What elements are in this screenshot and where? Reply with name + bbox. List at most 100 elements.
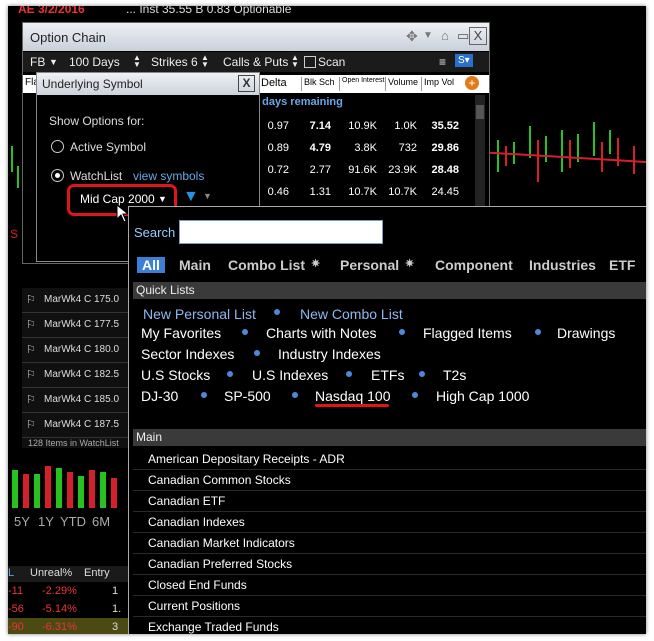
tab-1y[interactable]: 1Y bbox=[38, 514, 54, 529]
list-sector-indexes[interactable]: Sector Indexes bbox=[141, 346, 234, 362]
left-chart-edge: S bbox=[10, 146, 19, 241]
flag-icon[interactable]: ⚐ bbox=[26, 293, 36, 306]
underlying-symbol-title: Underlying Symbol bbox=[42, 77, 143, 91]
list-item[interactable]: Canadian Indexes bbox=[133, 512, 646, 533]
col-delta[interactable]: Delta bbox=[258, 77, 287, 91]
close-icon[interactable]: X bbox=[469, 27, 487, 45]
list-us-stocks[interactable]: U.S Stocks bbox=[141, 367, 210, 383]
list-charts-with-notes[interactable]: Charts with Notes bbox=[266, 325, 376, 341]
list-item[interactable]: Canadian Common Stocks bbox=[133, 470, 646, 491]
stepper-icon[interactable]: ▲ ▼ bbox=[291, 54, 299, 69]
option-chain-titlebar[interactable]: Option Chain ✥ ▼ ⌂ ▭ X bbox=[23, 23, 489, 51]
new-personal-list-link[interactable]: New Personal List bbox=[143, 306, 256, 322]
flag-icon[interactable]: ⚐ bbox=[26, 418, 36, 431]
minimize-icon[interactable]: ▭ bbox=[457, 28, 469, 44]
list-high-cap-1000[interactable]: High Cap 1000 bbox=[436, 388, 529, 404]
tab-combo-list[interactable]: Combo List bbox=[228, 257, 305, 273]
scan-checkbox[interactable] bbox=[304, 56, 316, 68]
list-us-indexes[interactable]: U.S Indexes bbox=[252, 367, 328, 383]
list-selector-panel: Search All Main Combo List ✷ Personal ✷ … bbox=[128, 206, 646, 634]
watchlist-label[interactable]: WatchList bbox=[70, 169, 122, 183]
svg-text:S: S bbox=[10, 227, 18, 241]
search-input[interactable] bbox=[179, 220, 383, 244]
col-volume[interactable]: Volume bbox=[385, 77, 418, 91]
list-item[interactable]: Canadian Preferred Stocks bbox=[133, 554, 646, 575]
stepper-icon[interactable]: ▲ ▼ bbox=[201, 54, 209, 69]
list-flagged-items[interactable]: Flagged Items bbox=[423, 325, 512, 341]
list-t2s[interactable]: T2s bbox=[443, 367, 466, 383]
watchlist-radio[interactable] bbox=[51, 169, 64, 182]
tab-6m[interactable]: 6M bbox=[92, 514, 110, 529]
bullet-icon bbox=[535, 329, 541, 335]
symbol-selector[interactable]: FB bbox=[30, 55, 45, 69]
list-item[interactable]: Canadian Market Indicators bbox=[133, 533, 646, 554]
active-symbol-radio[interactable] bbox=[51, 140, 64, 153]
new-combo-list-link[interactable]: New Combo List bbox=[300, 306, 403, 322]
list-my-favorites[interactable]: My Favorites bbox=[141, 325, 221, 341]
chevron-down-icon[interactable]: ▼ bbox=[203, 191, 212, 201]
close-icon[interactable]: X bbox=[238, 75, 255, 92]
list-item[interactable]: ⚐ MarWk4 C 185.0 bbox=[22, 388, 130, 413]
view-symbols-link[interactable]: view symbols bbox=[133, 169, 204, 183]
col-blk-sch[interactable]: Blk Sch bbox=[301, 77, 335, 91]
list-etfs[interactable]: ETFs bbox=[371, 367, 404, 383]
tab-personal[interactable]: Personal bbox=[340, 257, 399, 273]
menu-icon[interactable]: ≡ bbox=[439, 55, 446, 69]
list-sp-500[interactable]: SP-500 bbox=[224, 388, 271, 404]
list-item[interactable]: ⚐ MarWk4 C 175.0 bbox=[22, 288, 130, 313]
list-item[interactable]: Exchange Traded Funds bbox=[133, 617, 646, 634]
chart-info: ... Inst 35.55 B 0.83 Optionable bbox=[126, 6, 292, 16]
filter-icon[interactable]: ▼ bbox=[183, 188, 199, 206]
option-chain-toolbar: FB ▼ 100 Days ▲ ▼ Strikes 6 ▲ ▼ Calls & Pu… bbox=[23, 52, 489, 72]
list-drawings[interactable]: Drawings bbox=[557, 325, 615, 341]
list-industry-indexes[interactable]: Industry Indexes bbox=[278, 346, 381, 362]
table-row[interactable]: -11 -2.29% 1 bbox=[8, 582, 130, 600]
sync-icon[interactable]: S▾ bbox=[455, 54, 473, 67]
col-open-interest[interactable]: Open Interest bbox=[339, 77, 384, 91]
watchlist-table: ⚐ MarWk4 C 175.0 ⚐ MarWk4 C 177.5 ⚐ MarWk4 … bbox=[22, 288, 130, 448]
search-label: Search bbox=[134, 225, 176, 240]
tab-etf[interactable]: ETF bbox=[609, 257, 635, 273]
list-item[interactable]: ⚐ MarWk4 C 182.5 bbox=[22, 363, 130, 388]
list-item[interactable]: American Depositary Receipts - ADR bbox=[133, 449, 646, 470]
show-options-label: Show Options for: bbox=[49, 114, 145, 128]
chart-symbol: AE 3/2/2016 bbox=[18, 6, 85, 16]
flag-icon[interactable]: ⚐ bbox=[26, 343, 36, 356]
flag-icon[interactable]: ⚐ bbox=[26, 318, 36, 331]
bullet-icon bbox=[274, 309, 280, 315]
asterisk-icon: ✷ bbox=[311, 258, 321, 270]
days-selector[interactable]: 100 Days bbox=[69, 55, 120, 69]
list-item[interactable]: Canadian ETF bbox=[133, 491, 646, 512]
type-selector[interactable]: Calls & Puts bbox=[223, 55, 288, 69]
list-dj-30[interactable]: DJ-30 bbox=[141, 388, 178, 404]
bullet-icon bbox=[227, 371, 233, 377]
strikes-selector[interactable]: Strikes 6 bbox=[151, 55, 198, 69]
tag-icon[interactable]: ⌂ bbox=[441, 28, 449, 43]
table-header: L Unreal% Entry bbox=[8, 566, 130, 582]
tab-industries[interactable]: Industries bbox=[529, 257, 596, 273]
underlying-symbol-titlebar[interactable]: Underlying Symbol X bbox=[37, 73, 259, 95]
tab-component[interactable]: Component bbox=[435, 257, 513, 273]
tab-ytd[interactable]: YTD bbox=[60, 514, 86, 529]
tab-5y[interactable]: 5Y bbox=[14, 514, 30, 529]
flag-icon[interactable]: ⚐ bbox=[26, 368, 36, 381]
list-item[interactable]: ⚐ MarWk4 C 177.5 bbox=[22, 313, 130, 338]
add-column-icon[interactable]: + bbox=[465, 76, 479, 90]
flag-icon[interactable]: ⚐ bbox=[26, 393, 36, 406]
list-item[interactable]: ⚐ MarWk4 C 180.0 bbox=[22, 338, 130, 363]
list-item[interactable]: ⚐ MarWk4 C 187.5 bbox=[22, 413, 130, 438]
list-item[interactable]: Closed End Funds bbox=[133, 575, 646, 596]
tab-main[interactable]: Main bbox=[179, 257, 211, 273]
list-item[interactable]: Current Positions bbox=[133, 596, 646, 617]
move-icon[interactable]: ✥ bbox=[406, 28, 418, 45]
chevron-down-icon[interactable]: ▼ bbox=[49, 57, 58, 67]
active-symbol-label[interactable]: Active Symbol bbox=[70, 140, 146, 154]
tab-all[interactable]: All bbox=[137, 257, 165, 273]
stepper-icon[interactable]: ▲ ▼ bbox=[133, 54, 141, 69]
dropdown-arrow-icon[interactable]: ▼ bbox=[423, 30, 433, 41]
list-nasdaq-100[interactable]: Nasdaq 100 bbox=[315, 388, 391, 404]
col-imp-vol[interactable]: Imp Vol bbox=[421, 77, 454, 91]
table-row[interactable]: -90 -6.31% 3 bbox=[8, 618, 130, 634]
table-row[interactable]: -56 -5.14% 1. bbox=[8, 600, 130, 618]
app-window: AE 3/2/2016 ... Inst 35.55 B 0.83 Option… bbox=[8, 6, 646, 634]
